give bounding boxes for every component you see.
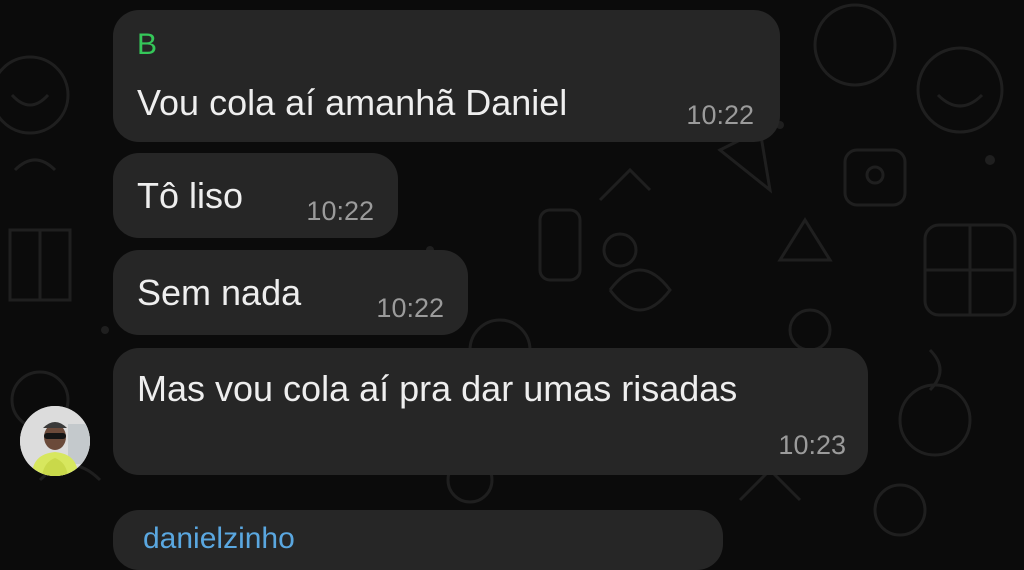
message-bubble-4[interactable]: Mas vou cola aí pra dar umas risadas 10:…	[113, 348, 868, 475]
message-text: Vou cola aí amanhã Daniel	[137, 82, 568, 123]
message-time: 10:22	[686, 100, 754, 130]
message-time: 10:22	[376, 293, 444, 323]
message-bubble-3[interactable]: Sem nada 10:22	[113, 250, 468, 335]
message-text: Sem nada	[137, 272, 302, 313]
sender-name[interactable]: B	[137, 28, 157, 62]
message-bubble-5-partial[interactable]: danielzinho	[113, 510, 723, 570]
message-text: Tô liso	[137, 175, 244, 216]
reply-sender-name[interactable]: danielzinho	[143, 522, 295, 556]
message-bubble-2[interactable]: Tô liso 10:22	[113, 153, 398, 238]
message-text: Mas vou cola aí pra dar umas risadas	[137, 368, 738, 409]
message-time: 10:22	[306, 196, 374, 226]
sender-avatar[interactable]	[20, 406, 90, 476]
avatar-photo-icon	[20, 406, 90, 476]
message-bubble-1[interactable]: B Vou cola aí amanhã Daniel 10:22	[113, 10, 780, 142]
message-time: 10:23	[778, 430, 846, 460]
